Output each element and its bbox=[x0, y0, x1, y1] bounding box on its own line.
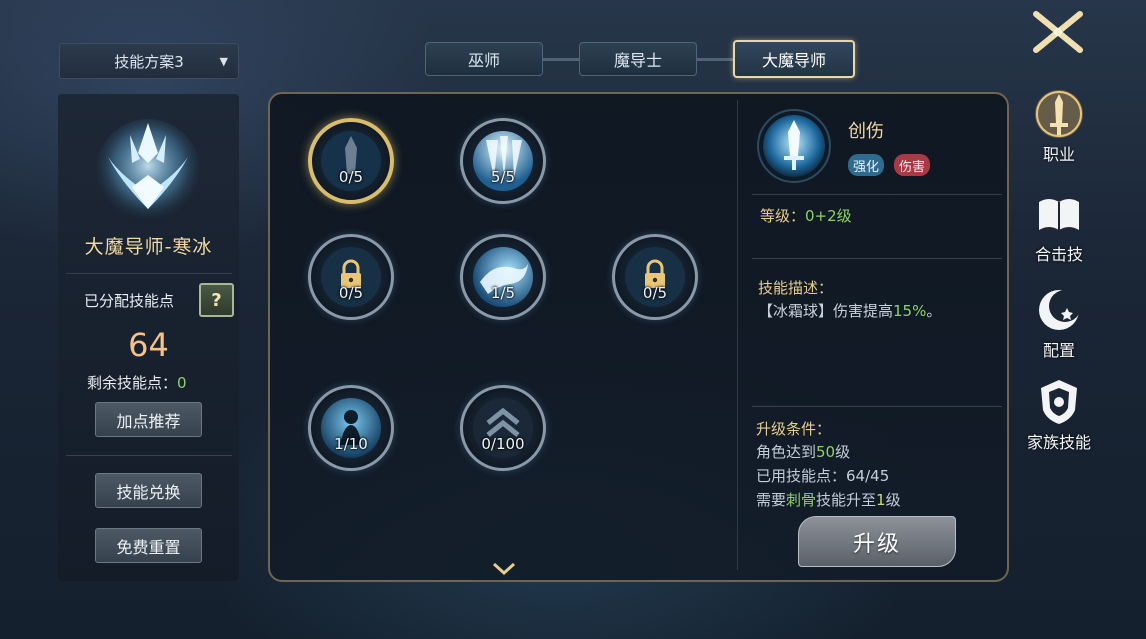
skill-node[interactable]: 0/5 bbox=[308, 118, 394, 204]
level-value: 0+2级 bbox=[805, 207, 852, 225]
moon-icon bbox=[1039, 290, 1081, 330]
skill-node-count: 1/5 bbox=[490, 284, 516, 302]
description-value: 15% bbox=[893, 302, 927, 320]
req-level-suffix: 级 bbox=[835, 443, 851, 461]
requirements-title: 升级条件： bbox=[756, 420, 832, 438]
requirement-skill: 需要刺骨技能升至1级 bbox=[756, 489, 901, 510]
remaining-points-label: 剩余技能点： bbox=[87, 374, 178, 392]
tab-archmage[interactable]: 大魔导师 bbox=[733, 40, 855, 78]
nav-combo-skill[interactable]: 合击技 bbox=[1022, 188, 1096, 274]
nav-family-skill-label: 家族技能 bbox=[1026, 433, 1091, 452]
skill-node-count: 0/100 bbox=[481, 435, 525, 453]
req-skill-name: 刺骨 bbox=[786, 491, 817, 509]
tab-wizard[interactable]: 巫师 bbox=[425, 42, 543, 76]
description-suffix: 。 bbox=[926, 302, 942, 320]
divider bbox=[66, 455, 232, 456]
skill-plan-dropdown[interactable]: 技能方案3 ▼ bbox=[59, 43, 239, 79]
remaining-points-value: 0 bbox=[177, 374, 187, 392]
divider bbox=[752, 406, 1002, 407]
skill-node-count: 5/5 bbox=[490, 168, 516, 186]
skill-node[interactable]: 0/100 bbox=[460, 385, 546, 471]
req-level-value: 50 bbox=[816, 443, 836, 461]
skill-node[interactable]: 1/10 bbox=[308, 385, 394, 471]
req-points-prefix: 已用技能点： bbox=[756, 467, 847, 485]
skill-node-count: 0/5 bbox=[642, 284, 668, 302]
divider bbox=[737, 100, 738, 570]
description-title: 技能描述： bbox=[758, 279, 834, 297]
skill-node[interactable]: 0/5 bbox=[612, 234, 698, 320]
frost-emblem-icon bbox=[96, 119, 200, 223]
exchange-button[interactable]: 技能兑换 bbox=[95, 473, 202, 508]
reset-button[interactable]: 免费重置 bbox=[95, 528, 202, 563]
chevron-down-icon: ▼ bbox=[219, 55, 228, 68]
damage-tag: 伤害 bbox=[894, 154, 931, 176]
req-skill-value: 1 bbox=[876, 491, 886, 509]
skill-node-count: 0/5 bbox=[338, 284, 364, 302]
divider bbox=[66, 273, 232, 274]
tab-magician[interactable]: 魔导士 bbox=[579, 42, 697, 76]
requirement-points: 已用技能点：64/45 bbox=[756, 465, 889, 486]
close-icon[interactable] bbox=[1030, 8, 1086, 56]
tab-connector bbox=[697, 58, 733, 61]
class-name: 大魔导师-寒冰 bbox=[84, 236, 213, 258]
remaining-points: 剩余技能点：0 bbox=[87, 372, 187, 393]
nav-combo-skill-label: 合击技 bbox=[1034, 245, 1083, 264]
skill-node-count: 1/10 bbox=[334, 435, 368, 453]
level-label: 等级： bbox=[760, 207, 806, 225]
skill-name: 创伤 bbox=[848, 121, 884, 142]
sword-icon bbox=[1035, 90, 1083, 138]
description-text: 【冰霜球】伤害提高15%。 bbox=[758, 300, 941, 321]
scroll-down-icon[interactable] bbox=[491, 560, 517, 578]
skill-node[interactable]: 1/5 bbox=[460, 234, 546, 320]
divider bbox=[752, 194, 1002, 195]
assigned-points-value: 64 bbox=[128, 326, 169, 364]
book-icon bbox=[1039, 199, 1079, 230]
skill-node-count: 0/5 bbox=[338, 168, 364, 186]
recommend-button[interactable]: 加点推荐 bbox=[95, 402, 202, 437]
crest-icon bbox=[1041, 380, 1077, 424]
enhance-tag: 强化 bbox=[848, 154, 885, 176]
skill-node[interactable]: 0/5 bbox=[308, 234, 394, 320]
nav-family-skill[interactable]: 家族技能 bbox=[1022, 376, 1096, 462]
ice-sword-icon bbox=[757, 109, 831, 183]
req-skill-prefix: 需要 bbox=[756, 491, 787, 509]
divider bbox=[752, 258, 1002, 259]
req-skill-mid: 技能升至 bbox=[816, 491, 877, 509]
skill-node[interactable]: 5/5 bbox=[460, 118, 546, 204]
req-skill-suffix: 级 bbox=[885, 491, 901, 509]
help-button[interactable]: ? bbox=[199, 283, 234, 317]
assigned-points-label: 已分配技能点 bbox=[84, 292, 175, 310]
nav-config-label: 配置 bbox=[1042, 341, 1075, 360]
upgrade-button[interactable]: 升级 bbox=[798, 516, 956, 567]
nav-class[interactable]: 职业 bbox=[1022, 88, 1096, 174]
nav-config[interactable]: 配置 bbox=[1022, 284, 1096, 370]
nav-class-label: 职业 bbox=[1042, 145, 1075, 164]
skill-plan-label: 技能方案3 bbox=[114, 52, 184, 71]
tab-connector bbox=[543, 58, 579, 61]
req-points-value: 64/45 bbox=[846, 467, 890, 485]
skill-level: 等级：0+2级 bbox=[760, 205, 852, 226]
requirement-level: 角色达到50级 bbox=[756, 441, 850, 462]
req-level-prefix: 角色达到 bbox=[756, 443, 817, 461]
description-prefix: 【冰霜球】伤害提高 bbox=[758, 302, 894, 320]
